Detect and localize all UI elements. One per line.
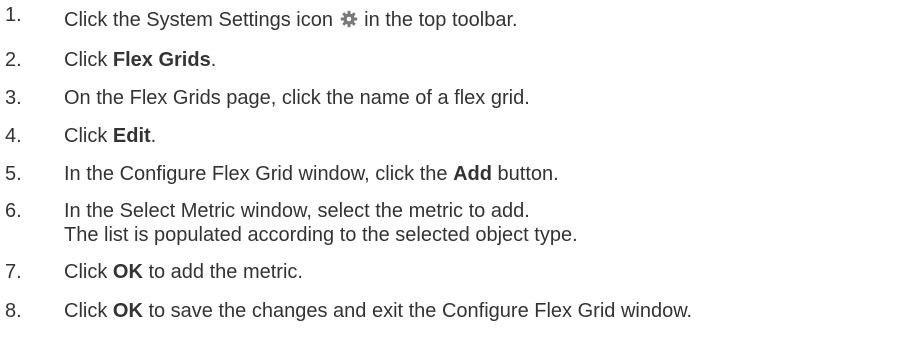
step-text-pre: Click the System Settings icon xyxy=(64,9,333,31)
step-text-bold: OK xyxy=(112,261,143,283)
step-number: 5. xyxy=(5,163,22,185)
step-text-post: to add the metric. xyxy=(142,261,303,283)
step-text-pre: Click xyxy=(64,125,113,147)
step-text-post: in the top toolbar. xyxy=(364,9,518,31)
step-text-bold: Edit xyxy=(112,125,151,147)
step-number: 4. xyxy=(5,125,22,147)
step-number: 3. xyxy=(5,87,22,109)
step-text-post: to save the changes and exit the Configu… xyxy=(142,300,693,322)
step-text: In the Select Metric window, select the … xyxy=(64,199,578,247)
step-text-pre: Click xyxy=(64,261,113,283)
step-text-bold: OK xyxy=(112,300,143,322)
step-text: On the Flex Grids page, click the name o… xyxy=(64,87,530,109)
instruction-steps: 1. Click the System Settings icon in the… xyxy=(0,0,902,349)
step-text: In the Configure Flex Grid window, click… xyxy=(64,162,559,186)
step-number: 7. xyxy=(5,261,22,283)
step-number: 1. xyxy=(5,4,22,26)
step-text-pre: In the Configure Flex Grid window, click… xyxy=(64,163,454,185)
step-number: 6. xyxy=(5,200,22,222)
step-number: 2. xyxy=(5,49,22,71)
step-number: 8. xyxy=(5,300,22,322)
step-text-post: . xyxy=(150,125,157,147)
step-text-line-2: The list is populated according to the s… xyxy=(64,224,578,246)
step-text-post: button. xyxy=(491,163,559,185)
step-text: Click Flex Grids. xyxy=(64,48,216,72)
step-text: Click OK to save the changes and exit th… xyxy=(64,299,692,323)
step-text: Click OK to add the metric. xyxy=(64,260,303,284)
step-text-pre: Click xyxy=(64,300,113,322)
step-text-bold: Flex Grids xyxy=(112,49,211,71)
step-text-pre: Click xyxy=(64,49,113,71)
step-text-line-1: In the Select Metric window, select the … xyxy=(64,200,530,222)
step-text: Click the System Settings icon in the to… xyxy=(64,8,518,32)
step-text-bold: Add xyxy=(453,163,492,185)
gear-icon xyxy=(340,10,357,28)
step-text-post: . xyxy=(210,49,217,71)
step-text: Click Edit. xyxy=(64,124,156,148)
